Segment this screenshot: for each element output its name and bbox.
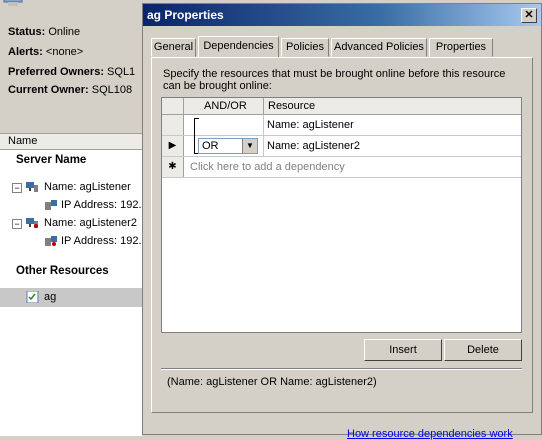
ip-address-icon [45,236,57,246]
resources-column-header[interactable]: Name [0,134,142,150]
availability-group-icon [26,291,39,303]
list-item-ag-label: ag [44,291,57,303]
network-name-icon [26,218,38,228]
row-header-corner [162,98,184,114]
table-row[interactable]: Name: agListener [162,115,521,136]
current-row-arrow-icon[interactable]: ▶ [162,136,184,156]
andor-cell[interactable] [184,115,264,136]
instruction-text: Specify the resources that must be broug… [163,68,506,92]
expand-aglistener-toggle[interactable]: − [12,183,22,193]
tab-general[interactable]: General [151,38,196,57]
name-column-label: Name [8,135,38,147]
tab-properties[interactable]: Properties [429,38,493,57]
chevron-down-icon[interactable]: ▼ [242,139,257,153]
resource-cell[interactable]: Name: agListener2 [264,136,521,156]
status-row: Status: Online [8,26,81,38]
current-owner-row: Current Owner: SQL108 [8,84,133,96]
dialog-title: ag Properties [147,8,224,22]
grid-header: AND/OR Resource [162,98,521,115]
cluster-manager-pane: Status: Online Alerts: <none> Preferred … [0,0,142,436]
insert-button[interactable]: Insert [364,339,442,361]
dependency-grid[interactable]: AND/OR Resource Name: agListener ▶ OR ▼ … [161,97,522,333]
row-header[interactable] [162,115,184,135]
andor-dropdown-value: OR [202,140,219,152]
alerts-row: Alerts: <none> [8,46,84,58]
new-row[interactable]: ✱ Click here to add a dependency [162,157,521,178]
tree-item-aglistener-ip[interactable]: IP Address: 192. [61,199,142,211]
resource-cell[interactable]: Name: agListener [264,115,521,135]
andor-dropdown[interactable]: OR ▼ [198,138,258,154]
resources-list[interactable]: Name Server Name − Name: agListener IP A… [0,133,142,436]
tree-item-aglistener2[interactable]: Name: agListener2 [44,217,137,229]
expand-aglistener2-toggle[interactable]: − [12,219,22,229]
tree-item-aglistener[interactable]: Name: agListener [44,181,131,193]
network-name-icon [26,182,38,192]
tab-dependencies[interactable]: Dependencies [198,36,279,57]
server-name-group-title: Server Name [16,154,87,166]
divider [161,368,522,370]
dialog-titlebar[interactable]: ag Properties ✕ [143,4,541,26]
table-row[interactable]: ▶ OR ▼ Name: agListener2 [162,136,521,157]
new-row-asterisk-icon[interactable]: ✱ [162,157,184,177]
properties-dialog: ag Properties ✕ General Dependencies Pol… [142,3,542,440]
column-header-resource[interactable]: Resource [264,98,521,114]
tree-item-aglistener2-ip[interactable]: IP Address: 192. [61,235,142,247]
preferred-owners-row: Preferred Owners: SQL1 [8,66,136,78]
close-button[interactable]: ✕ [521,8,537,23]
delete-button[interactable]: Delete [444,339,522,361]
tab-advanced-policies[interactable]: Advanced Policies [331,38,427,57]
close-icon: ✕ [524,9,534,21]
help-link[interactable]: How resource dependencies work [347,428,513,440]
list-item-ag-selected[interactable]: ag [0,288,142,307]
grouping-bracket [194,118,199,136]
other-resources-group-title: Other Resources [16,265,109,277]
add-dependency-placeholder[interactable]: Click here to add a dependency [184,157,521,177]
andor-cell[interactable]: OR ▼ [184,136,264,156]
cluster-icon [3,0,23,6]
ip-address-icon [45,200,57,210]
tab-policies[interactable]: Policies [281,38,329,57]
column-header-andor[interactable]: AND/OR [184,98,264,114]
dependency-expression: (Name: agListener OR Name: agListener2) [167,376,377,388]
